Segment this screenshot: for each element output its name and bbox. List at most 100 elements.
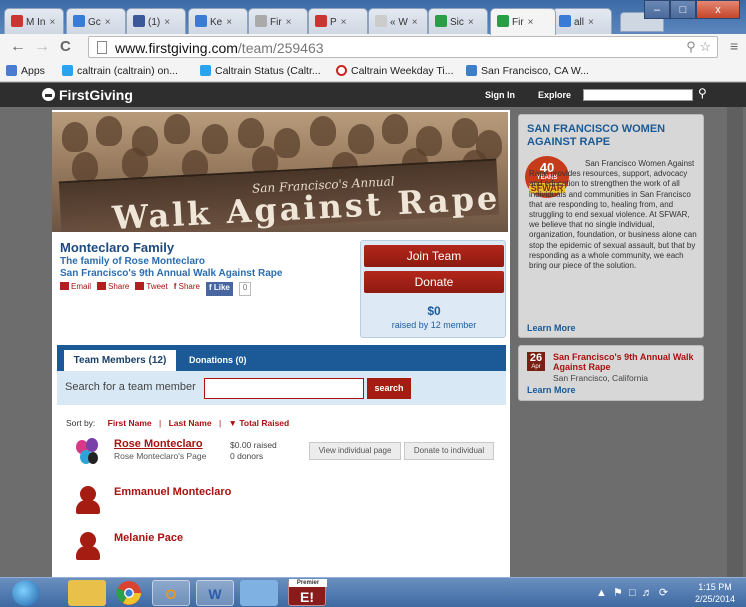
share-row: Email Share Tweet f Share f Like 0 [60,282,252,296]
clock[interactable]: 1:15 PM 2/25/2014 [695,581,735,605]
member-name-link[interactable]: Emmanuel Monteclaro [114,486,231,498]
join-team-button[interactable]: Join Team [364,245,504,267]
crowd-person [274,128,300,158]
scrollbar-track[interactable] [727,107,743,577]
tab-team-members[interactable]: Team Members (12) [64,350,176,371]
maximize-button[interactable]: □ [670,0,696,19]
bookmark-caltrain-status[interactable]: Caltrain Status (Caltr... [200,65,321,77]
event-day: 26 [529,352,543,364]
tab-close-icon[interactable]: × [588,17,594,28]
firstgiving-logo[interactable]: FirstGiving [42,87,133,103]
member-name-link[interactable]: Rose Monteclaro [114,438,203,450]
email-share-button[interactable]: Email [60,282,91,296]
tab-close-icon[interactable]: × [164,17,170,28]
forward-arrow-icon[interactable]: → [34,38,50,56]
share-label: Share [108,282,130,291]
raised-amount: $0 [427,304,441,318]
view-individual-page-button[interactable]: View individual page [309,442,401,460]
browser-tab[interactable]: Gc × [66,8,126,34]
apps-grid-icon [6,65,17,76]
back-arrow-icon[interactable]: ← [10,38,26,56]
event-location: San Francisco, California [553,373,648,383]
search-button[interactable]: search [367,378,411,399]
tweet-button[interactable]: Tweet [135,282,168,296]
browser-tab[interactable]: Sic × [428,8,488,34]
browser-tab[interactable]: all × [552,8,612,34]
bookmark-caltrain-twitter[interactable]: caltrain (caltrain) on... [62,65,178,77]
reload-icon[interactable]: C [60,38,71,55]
zoom-icon[interactable]: ⚲ [686,39,696,54]
file-explorer-icon[interactable] [68,580,106,606]
tab-close-icon[interactable]: × [341,17,347,28]
search-icon[interactable]: ⚲ [698,86,707,100]
browser-menu-icon[interactable]: ≡ [730,38,738,54]
donate-button[interactable]: Donate [364,271,504,293]
address-bar[interactable]: www.firstgiving.com/team/259463 ⚲ ☆ [88,36,718,58]
tab-close-icon[interactable]: × [468,17,474,28]
tab-close-icon[interactable]: × [49,17,55,28]
minimize-button[interactable]: – [644,0,670,19]
facebook-share-button[interactable]: Share [97,282,129,296]
bookmark-apps[interactable]: Apps [6,65,45,77]
event-learn-more-link[interactable]: Learn More [527,385,576,395]
learn-more-link[interactable]: Learn More [527,323,576,333]
tab-donations[interactable]: Donations (0) [189,355,247,365]
window-icon[interactable] [240,580,278,606]
f-share-button[interactable]: f Share [174,282,200,296]
member-name-link[interactable]: Melanie Pace [114,532,183,544]
browser-tab[interactable]: P × [308,8,368,34]
tab-close-icon[interactable]: × [412,17,418,28]
sort-first-name[interactable]: First Name [108,418,152,428]
tab-close-icon[interactable]: × [286,17,292,28]
tab-close-icon[interactable]: × [528,17,534,28]
word-icon[interactable]: W [196,580,234,606]
site-search-input[interactable] [583,89,693,101]
tab-close-icon[interactable]: × [105,17,111,28]
org-title[interactable]: SAN FRANCISCO WOMEN AGAINST RAPE [527,123,697,149]
bookmark-caltrain-weekday[interactable]: Caltrain Weekday Ti... [336,65,454,77]
url-host: www.firstgiving.com [115,40,238,56]
chrome-icon[interactable] [110,580,148,606]
app-badge: Premier [289,579,327,587]
sort-row: Sort by: First Name | Last Name | ▼ Tota… [66,418,289,428]
caltrain-icon [336,65,347,76]
facebook-like-button[interactable]: f Like [205,282,233,296]
browser-tab[interactable]: Fir × [490,8,556,35]
close-window-button[interactable]: x [696,0,740,19]
twitter-bird-icon [200,65,211,76]
tab-favicon-icon [11,15,23,27]
browser-tab[interactable]: Fir × [248,8,308,34]
volume-icon[interactable]: ♬ [642,587,653,599]
show-hidden-icon[interactable]: ▲ [596,587,607,599]
bookmark-star-icon[interactable]: ☆ [699,39,711,54]
bookmark-sf-weather[interactable]: San Francisco, CA W... [466,65,589,77]
team-event-link[interactable]: San Francisco's 9th Annual Walk Against … [60,268,282,279]
sign-in-link[interactable]: Sign In [485,90,515,100]
event-title-link[interactable]: San Francisco's 9th Annual Walk Against … [553,352,703,372]
tab-close-icon[interactable]: × [226,17,232,28]
member-donors: 0 donors [230,451,264,461]
crowd-person [348,124,374,154]
facebook-f-icon: f [173,282,177,291]
sort-total-raised[interactable]: ▼ Total Raised [229,418,290,428]
share-label: Share [178,282,200,291]
eonline-icon[interactable]: Premier E! [288,579,327,606]
browser-tab[interactable]: M In × [4,8,64,34]
crowd-person [72,152,98,182]
member-search-input[interactable] [204,378,364,399]
start-button[interactable] [12,580,40,606]
browser-tab[interactable]: (1) × [126,8,186,34]
browser-tab[interactable]: Ke × [188,8,248,34]
tab-favicon-icon [195,15,207,27]
like-count: 0 [238,282,252,296]
flag-icon[interactable]: ⚑ [613,587,623,599]
outlook-icon[interactable]: O [152,580,190,606]
sync-icon[interactable]: ⟳ [659,587,668,599]
twitter-icon [135,282,145,290]
url-path: /team/259463 [237,40,324,56]
browser-tab[interactable]: « W × [368,8,428,34]
sort-last-name[interactable]: Last Name [169,418,212,428]
explore-link[interactable]: Explore [538,90,571,100]
network-icon[interactable]: □ [629,587,636,599]
donate-to-individual-button[interactable]: Donate to individual [404,442,494,460]
